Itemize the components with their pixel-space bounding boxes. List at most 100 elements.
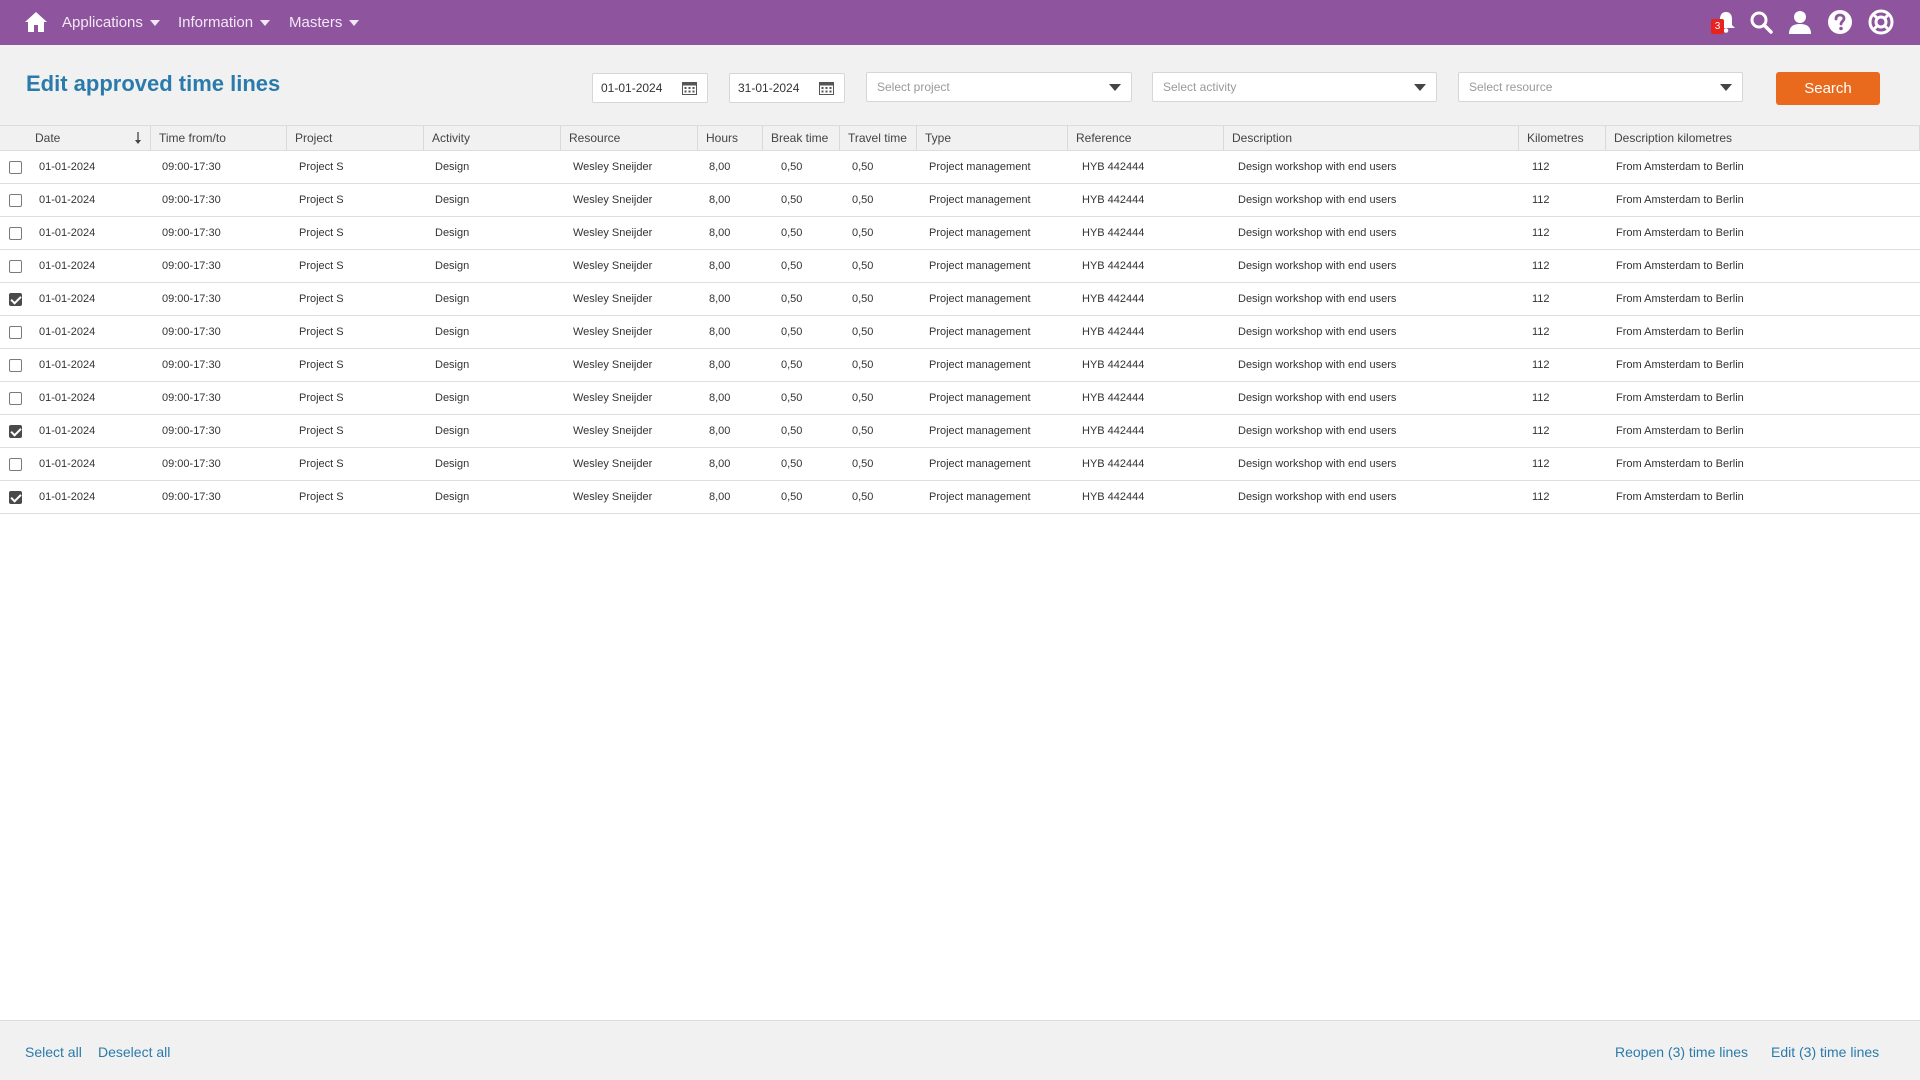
search-icon[interactable] — [1748, 9, 1774, 35]
support-icon[interactable] — [1868, 9, 1894, 35]
cell-date: 01-01-2024 — [39, 326, 96, 338]
cell-time: 09:00-17:30 — [162, 293, 221, 305]
cell-kilometres: 112 — [1532, 194, 1550, 206]
user-icon[interactable] — [1787, 9, 1813, 35]
search-button[interactable]: Search — [1776, 72, 1880, 105]
resource-select[interactable]: Select resource — [1458, 72, 1743, 102]
cell-time: 09:00-17:30 — [162, 359, 221, 371]
cell-travel-time: 0,50 — [852, 458, 874, 470]
cell-description-kilometres: From Amsterdam to Berlin — [1616, 326, 1744, 338]
cell-reference: HYB 442444 — [1082, 194, 1145, 206]
cell-description-kilometres: From Amsterdam to Berlin — [1616, 227, 1744, 239]
reopen-time-lines-link[interactable]: Reopen (3) time lines — [1615, 1044, 1748, 1060]
cell-reference: HYB 442444 — [1082, 491, 1145, 503]
row-checkbox[interactable] — [9, 359, 22, 372]
nav-menu-information[interactable]: Information — [178, 0, 271, 45]
sort-descending-icon[interactable] — [134, 131, 142, 145]
table-row[interactable]: 01-01-2024 09:00-17:30 Project S Design Wesl… — [0, 349, 1920, 382]
cell-hours: 8,00 — [709, 458, 731, 470]
cell-description: Design workshop with end users — [1238, 194, 1397, 206]
select-all-link[interactable]: Select all — [25, 1044, 82, 1060]
help-icon[interactable] — [1827, 9, 1853, 35]
cell-travel-time: 0,50 — [852, 326, 874, 338]
column-header-travel-time[interactable]: Travel time — [840, 126, 917, 150]
chevron-down-icon — [1109, 84, 1121, 91]
activity-select[interactable]: Select activity — [1152, 72, 1437, 102]
column-header-break-time[interactable]: Break time — [763, 126, 840, 150]
column-header-activity[interactable]: Activity — [424, 126, 561, 150]
cell-time: 09:00-17:30 — [162, 227, 221, 239]
table-row[interactable]: 01-01-2024 09:00-17:30 Project S Design Wesl… — [0, 448, 1920, 481]
row-checkbox[interactable] — [9, 458, 22, 471]
cell-description: Design workshop with end users — [1238, 491, 1397, 503]
cell-reference: HYB 442444 — [1082, 392, 1145, 404]
row-checkbox[interactable] — [9, 293, 22, 306]
column-header-resource[interactable]: Resource — [561, 126, 698, 150]
cell-travel-time: 0,50 — [852, 227, 874, 239]
table-row[interactable]: 01-01-2024 09:00-17:30 Project S Design Wesl… — [0, 283, 1920, 316]
cell-description: Design workshop with end users — [1238, 392, 1397, 404]
table-row[interactable]: 01-01-2024 09:00-17:30 Project S Design Wesl… — [0, 382, 1920, 415]
column-header-project[interactable]: Project — [287, 126, 424, 150]
table-row[interactable]: 01-01-2024 09:00-17:30 Project S Design Wesl… — [0, 250, 1920, 283]
calendar-icon[interactable] — [682, 81, 697, 95]
date-from-field[interactable]: 01-01-2024 — [592, 73, 708, 103]
row-checkbox[interactable] — [9, 161, 22, 174]
date-to-value: 31-01-2024 — [738, 81, 800, 95]
cell-activity: Design — [435, 392, 470, 404]
cell-travel-time: 0,50 — [852, 260, 874, 272]
row-checkbox[interactable] — [9, 260, 22, 273]
column-header-time[interactable]: Time from/to — [151, 126, 287, 150]
project-select[interactable]: Select project — [866, 72, 1132, 102]
nav-menu-applications[interactable]: Applications — [62, 0, 160, 45]
date-to-field[interactable]: 31-01-2024 — [729, 73, 845, 103]
column-header-type[interactable]: Type — [917, 126, 1068, 150]
column-header-description-kilometres[interactable]: Description kilometres — [1606, 126, 1920, 150]
home-icon[interactable] — [24, 11, 48, 33]
row-checkbox[interactable] — [9, 491, 22, 504]
cell-description: Design workshop with end users — [1238, 260, 1397, 272]
cell-description-kilometres: From Amsterdam to Berlin — [1616, 260, 1744, 272]
row-checkbox[interactable] — [9, 425, 22, 438]
table-row[interactable]: 01-01-2024 09:00-17:30 Project S Design Wesl… — [0, 217, 1920, 250]
cell-break-time: 0,50 — [781, 458, 803, 470]
cell-travel-time: 0,50 — [852, 194, 874, 206]
row-checkbox[interactable] — [9, 392, 22, 405]
nav-menu-masters[interactable]: Masters — [289, 0, 360, 45]
cell-type: Project management — [929, 392, 1031, 404]
column-header-kilometres[interactable]: Kilometres — [1519, 126, 1606, 150]
cell-project: Project S — [299, 491, 344, 503]
column-header-reference[interactable]: Reference — [1068, 126, 1224, 150]
cell-hours: 8,00 — [709, 293, 731, 305]
cell-activity: Design — [435, 161, 470, 173]
cell-break-time: 0,50 — [781, 293, 803, 305]
cell-date: 01-01-2024 — [39, 392, 96, 404]
table-row[interactable]: 01-01-2024 09:00-17:30 Project S Design Wesl… — [0, 415, 1920, 448]
cell-activity: Design — [435, 260, 470, 272]
table-row[interactable]: 01-01-2024 09:00-17:30 Project S Design Wesl… — [0, 184, 1920, 217]
row-checkbox[interactable] — [9, 227, 22, 240]
table-row[interactable]: 01-01-2024 09:00-17:30 Project S Design Wesl… — [0, 481, 1920, 514]
table-row[interactable]: 01-01-2024 09:00-17:30 Project S Design Wesl… — [0, 151, 1920, 184]
edit-time-lines-link[interactable]: Edit (3) time lines — [1771, 1044, 1879, 1060]
column-header-date[interactable]: Date — [27, 126, 151, 150]
row-checkbox[interactable] — [9, 194, 22, 207]
cell-date: 01-01-2024 — [39, 425, 96, 437]
cell-reference: HYB 442444 — [1082, 425, 1145, 437]
date-from-value: 01-01-2024 — [601, 81, 663, 95]
row-checkbox[interactable] — [9, 326, 22, 339]
resource-select-placeholder: Select resource — [1469, 80, 1553, 94]
deselect-all-link[interactable]: Deselect all — [98, 1044, 170, 1060]
cell-type: Project management — [929, 425, 1031, 437]
table-row[interactable]: 01-01-2024 09:00-17:30 Project S Design Wesl… — [0, 316, 1920, 349]
cell-date: 01-01-2024 — [39, 194, 96, 206]
cell-project: Project S — [299, 392, 344, 404]
cell-activity: Design — [435, 194, 470, 206]
cell-activity: Design — [435, 293, 470, 305]
table-header: Date Time from/to Project Activity Resource H… — [0, 125, 1920, 151]
calendar-icon[interactable] — [819, 81, 834, 95]
cell-kilometres: 112 — [1532, 293, 1550, 305]
column-header-description[interactable]: Description — [1224, 126, 1519, 150]
cell-description: Design workshop with end users — [1238, 161, 1397, 173]
column-header-hours[interactable]: Hours — [698, 126, 763, 150]
